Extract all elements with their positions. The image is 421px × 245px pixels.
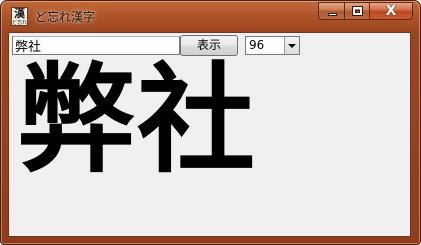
close-button[interactable]: X [369,2,413,20]
title-bar[interactable]: 漢 ど忘れ ど忘れ漢字 X [1,1,420,31]
close-icon: X [385,3,397,19]
maximize-icon [352,6,363,16]
kanji-display: 弊社 [17,51,258,189]
minimize-icon [328,13,337,16]
app-icon-caption: ど忘れ [12,20,28,26]
client-area: 表示 96 弊社 [8,32,411,237]
maximize-button[interactable] [344,2,370,20]
minimize-button[interactable] [318,2,345,20]
app-kanji-icon[interactable]: 漢 ど忘れ [11,7,28,26]
window-title: ど忘れ漢字 [35,10,96,24]
chevron-down-icon[interactable] [284,37,299,54]
app-window: 漢 ど忘れ ど忘れ漢字 X 表示 96 弊社 [0,0,421,245]
caption-buttons: X [318,2,413,21]
app-icon-glyph: 漢 [14,7,25,20]
